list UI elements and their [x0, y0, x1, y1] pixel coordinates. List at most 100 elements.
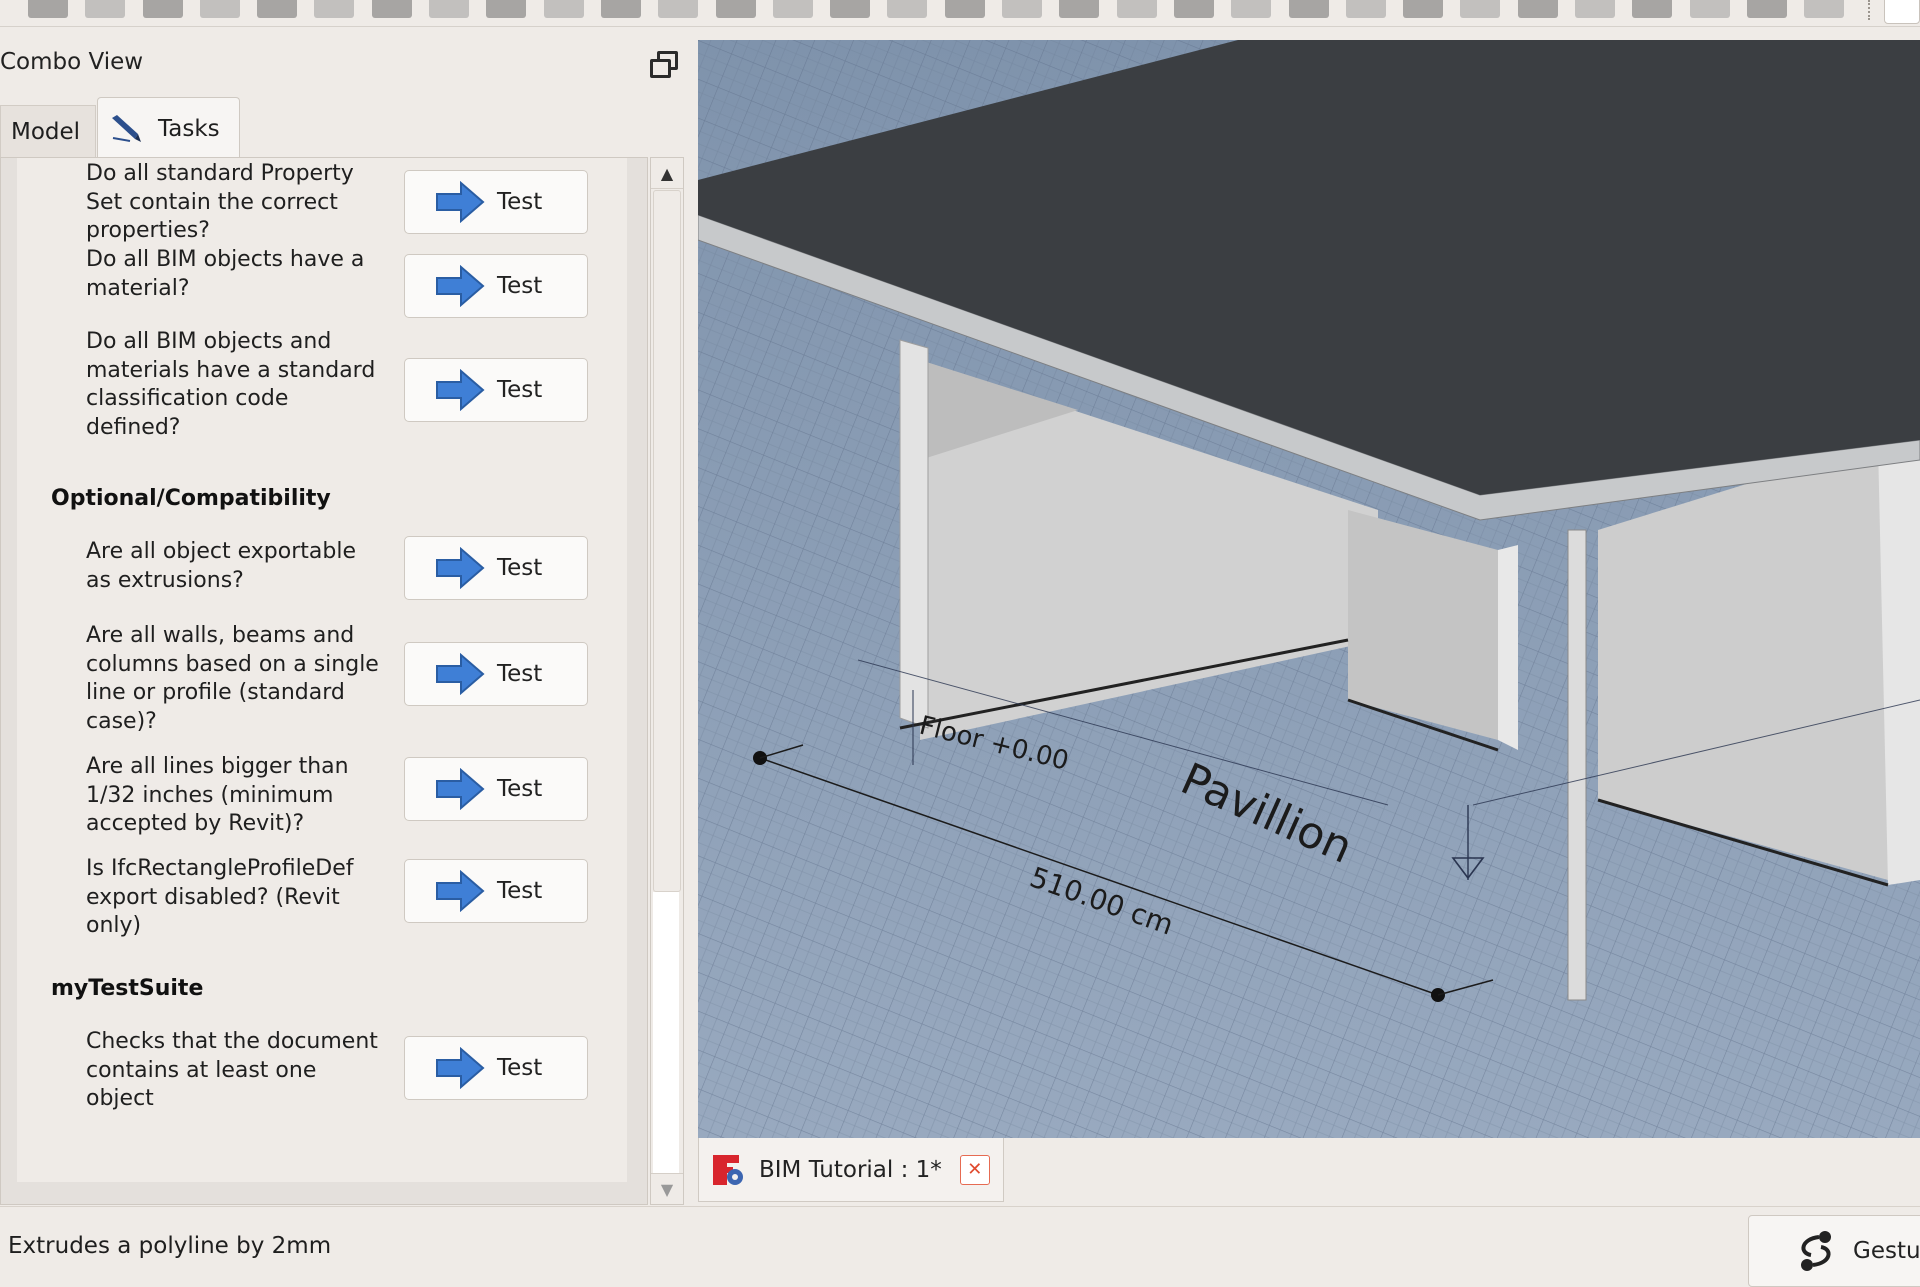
middle-wall	[1348, 510, 1498, 740]
toolbar-truss-icon[interactable]	[1403, 0, 1444, 18]
toolbar-intersect-icon[interactable]	[1575, 0, 1616, 18]
toolbar-solid-icon[interactable]	[1689, 0, 1730, 18]
toolbar-handle[interactable]	[1868, 0, 1872, 20]
test-question: Checks that the document contains at lea…	[86, 1029, 378, 1111]
test-question: Do all BIM objects have a material?	[86, 247, 365, 301]
test-question: Do all BIM objects and materials have a …	[86, 329, 376, 440]
toolbar-rotate-icon[interactable]	[142, 0, 183, 18]
arrow-right-icon	[436, 369, 485, 411]
toolbar-cut-icon[interactable]	[1460, 0, 1501, 18]
task-panel-scrollbar[interactable]: ▲ ▼	[650, 157, 684, 1205]
test-button[interactable]: Test	[404, 859, 588, 923]
toolbar-minus-icon[interactable]	[1116, 0, 1157, 18]
tab-model[interactable]: Model	[0, 105, 96, 157]
3d-viewport[interactable]: 510.00 cm Pavillion Floor +0.00	[698, 40, 1920, 1138]
test-button-label: Test	[497, 661, 543, 687]
scrollbar-track[interactable]	[653, 892, 679, 1174]
toolbar-array-icon[interactable]	[543, 0, 584, 18]
test-button-label: Test	[497, 878, 543, 904]
toolbar-trim-icon[interactable]	[257, 0, 298, 18]
test-question: Are all walls, beams and columns based o…	[86, 623, 379, 734]
toolbar-stretch-icon[interactable]	[429, 0, 470, 18]
toolbar-scale-icon[interactable]	[486, 0, 527, 18]
toolbar-panel-icon[interactable]	[1746, 0, 1787, 18]
tab-model-label: Model	[11, 118, 81, 145]
toolbar-offset-icon[interactable]	[199, 0, 240, 18]
toolbar-split-icon[interactable]	[371, 0, 412, 18]
test-button[interactable]: Test	[404, 757, 588, 821]
toolbar-up-icon[interactable]	[830, 0, 871, 18]
toolbar-stair-icon[interactable]	[1288, 0, 1329, 18]
scrollbar-thumb[interactable]	[653, 190, 681, 892]
toolbar-columns-icon[interactable]	[1231, 0, 1272, 18]
test-question: Do all standard Property Set contain the…	[86, 161, 354, 243]
toolbar-wire-icon[interactable]	[715, 0, 756, 18]
test-button[interactable]: Test	[404, 642, 588, 706]
scroll-up-icon[interactable]: ▲	[651, 158, 683, 189]
arrow-right-icon	[436, 265, 485, 307]
toolbar-grid-icon[interactable]	[1345, 0, 1386, 18]
middle-wall-edge	[1498, 545, 1518, 750]
arrow-right-icon	[436, 768, 485, 810]
test-question: Is IfcRectangleProfileDef export disable…	[86, 856, 354, 938]
test-button-label: Test	[497, 377, 543, 403]
arrow-right-icon	[436, 870, 485, 912]
test-button[interactable]: Test	[404, 358, 588, 422]
slim-column	[1567, 529, 1587, 1001]
toolbar-shape-icon[interactable]	[772, 0, 813, 18]
toolbar-common-icon[interactable]	[1632, 0, 1673, 18]
close-icon[interactable]: ✕	[959, 1154, 990, 1185]
test-button[interactable]: Test	[404, 1036, 588, 1100]
toolbar-explode-icon[interactable]	[944, 0, 985, 18]
tab-tasks[interactable]: Tasks	[97, 97, 240, 159]
test-button-label: Test	[497, 776, 543, 802]
test-button-label: Test	[497, 555, 543, 581]
toolbar-add-icon[interactable]	[85, 0, 126, 18]
gesture-navigation-icon	[1801, 1231, 1831, 1271]
test-button[interactable]: Test	[404, 254, 588, 318]
arrow-right-icon	[436, 653, 485, 695]
toolbar-move-icon[interactable]	[28, 0, 68, 18]
document-tab[interactable]: BIM Tutorial : 1* ✕	[698, 1138, 1004, 1202]
status-message: Extrudes a polyline by 2mm	[8, 1233, 332, 1259]
left-column	[899, 339, 929, 729]
toolbar-union-icon[interactable]	[1517, 0, 1558, 18]
3d-scene: 510.00 cm Pavillion Floor +0.00	[698, 40, 1920, 1138]
arrow-right-icon	[436, 1047, 485, 1089]
test-button[interactable]: Test	[404, 170, 588, 234]
float-panel-icon[interactable]	[650, 51, 678, 78]
toolbar-plus-icon[interactable]	[1059, 0, 1100, 18]
toolbar-layer-icon[interactable]	[1804, 0, 1845, 18]
test-button[interactable]: Test	[404, 536, 588, 600]
navigation-style-button[interactable]: Gestur	[1748, 1215, 1920, 1287]
toolbar-stack-icon[interactable]	[1173, 0, 1214, 18]
toolbar-box-icon[interactable]	[1002, 0, 1043, 18]
tab-tasks-label: Tasks	[158, 115, 220, 142]
section-header: Optional/Compatibility	[51, 486, 331, 511]
freecad-document-icon	[713, 1154, 743, 1185]
test-button-label: Test	[497, 189, 543, 215]
arrow-right-icon	[436, 181, 485, 223]
toolbar-clone-icon[interactable]	[600, 0, 641, 18]
toolbar-icons	[28, 0, 1862, 22]
toolbar-active-tool-icon[interactable]	[1884, 0, 1920, 24]
scroll-down-icon[interactable]: ▼	[651, 1173, 683, 1204]
toolbar-down-icon[interactable]	[887, 0, 928, 18]
test-button-label: Test	[497, 1055, 543, 1081]
combo-view-panel: Combo View Model Tasks Do all standard P…	[0, 27, 690, 1207]
toolbar-mirror-icon[interactable]	[658, 0, 699, 18]
section-header: myTestSuite	[51, 976, 204, 1001]
main-toolbar	[0, 0, 1920, 27]
task-panel-container: Do all standard Property Set contain the…	[0, 157, 648, 1205]
test-question: Are all lines bigger than 1/32 inches (m…	[86, 754, 349, 836]
test-question: Are all object exportable as extrusions?	[86, 539, 356, 593]
document-tab-title: BIM Tutorial : 1*	[759, 1156, 942, 1183]
arrow-right-icon	[436, 547, 485, 589]
status-bar: Extrudes a polyline by 2mm Gestur	[0, 1206, 1920, 1287]
combo-view-title: Combo View	[0, 49, 144, 75]
task-panel: Do all standard Property Set contain the…	[17, 158, 627, 1182]
navigation-style-label: Gestur	[1853, 1238, 1920, 1264]
test-button-label: Test	[497, 273, 543, 299]
toolbar-join-icon[interactable]	[314, 0, 355, 18]
pencil-icon	[110, 114, 144, 144]
